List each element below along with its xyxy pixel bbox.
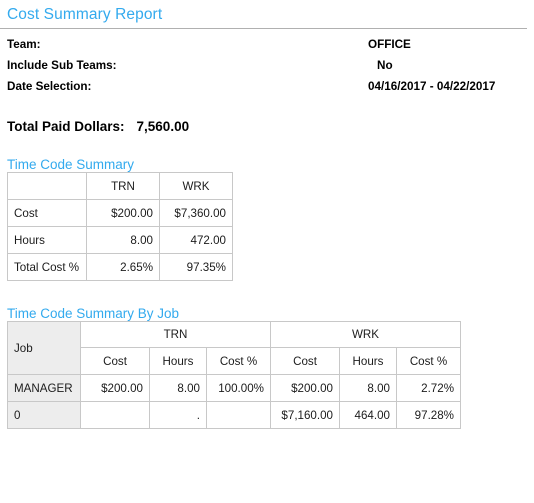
cell-trn-cost: $200.00 [80,374,150,402]
time-code-summary-by-job-table: Job TRN WRK Cost Hours Cost % Cost Hours… [7,321,461,429]
parameter-row-date-selection: Date Selection: 04/16/2017 - 04/22/2017 [7,80,534,101]
table-row: Total Cost % 2.65% 97.35% [7,253,233,281]
cell-job: MANAGER [7,374,81,402]
cell-wrk-hours: 8.00 [339,374,397,402]
column-header-trn-costpc: Cost % [206,347,271,375]
parameter-label-date-selection: Date Selection: [7,80,92,93]
table-group-header-row: Job TRN WRK [7,321,461,375]
title-divider [0,28,527,29]
cell-trn-costpc: 100.00% [206,374,271,402]
cell-trn-cost [80,401,150,429]
column-header-trn-hours: Hours [149,347,207,375]
parameter-value-include-sub-teams: No [377,59,393,72]
parameter-label-include-sub-teams: Include Sub Teams: [7,59,117,72]
corner-cell [7,172,87,200]
column-header-trn-cost: Cost [80,347,150,375]
table-header-row: TRN WRK [7,172,233,200]
cell-hours-trn: 8.00 [86,226,160,254]
column-header-wrk-cost: Cost [270,347,340,375]
cell-trn-costpc [206,401,271,429]
row-header-total-cost-pct: Total Cost % [7,253,87,281]
cell-wrk-costpc: 2.72% [396,374,461,402]
cell-wrk-cost: $200.00 [270,374,340,402]
row-header-hours: Hours [7,226,87,254]
parameter-row-include-sub-teams: Include Sub Teams: No [7,59,534,80]
table-row: Cost $200.00 $7,360.00 [7,199,233,227]
parameter-row-team: Team: OFFICE [7,38,534,59]
cell-hours-wrk: 472.00 [159,226,233,254]
cell-total-cost-pct-trn: 2.65% [86,253,160,281]
parameter-value-team: OFFICE [368,38,411,51]
cell-wrk-costpc: 97.28% [396,401,461,429]
section-heading-time-code-summary: Time Code Summary [7,157,135,172]
total-paid-dollars-value: 7,560.00 [136,119,190,134]
total-paid-dollars: Total Paid Dollars: 7,560.00 [0,119,534,134]
page-title: Cost Summary Report [7,6,163,23]
cell-trn-hours: 8.00 [149,374,207,402]
cell-wrk-cost: $7,160.00 [270,401,340,429]
parameter-value-date-selection: 04/16/2017 - 04/22/2017 [368,80,496,93]
time-code-summary-table: TRN WRK Cost $200.00 $7,360.00 Hours 8.0… [7,172,233,281]
column-header-wrk-costpc: Cost % [396,347,461,375]
table-row: 0 . $7,160.00 464.00 97.28% [7,401,461,429]
column-header-trn: TRN [86,172,160,200]
column-header-job: Job [7,321,81,375]
cell-total-cost-pct-wrk: 97.35% [159,253,233,281]
table-row: MANAGER $200.00 8.00 100.00% $200.00 8.0… [7,374,461,402]
cell-cost-wrk: $7,360.00 [159,199,233,227]
total-paid-dollars-label: Total Paid Dollars: [7,119,125,134]
cell-job: 0 [7,401,81,429]
cell-trn-hours: . [149,401,207,429]
report-parameters: Team: OFFICE Include Sub Teams: No Date … [0,38,534,101]
section-heading-time-code-summary-by-job: Time Code Summary By Job [7,306,180,321]
column-header-wrk-hours: Hours [339,347,397,375]
row-header-cost: Cost [7,199,87,227]
parameter-label-team: Team: [7,38,41,51]
group-header-wrk: WRK [270,321,461,348]
column-header-wrk: WRK [159,172,233,200]
cell-cost-trn: $200.00 [86,199,160,227]
group-header-trn: TRN [80,321,271,348]
table-row: Hours 8.00 472.00 [7,226,233,254]
cell-wrk-hours: 464.00 [339,401,397,429]
